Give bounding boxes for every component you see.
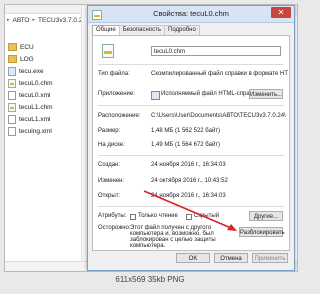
disk-size-value: 1,49 МБ (1 564 672 байт) [151, 142, 221, 148]
dialog-tabs: Общие Безопасность Подробно [92, 25, 200, 36]
location-value: C:\Users\User\Documents\АВТО\TECU3v3.7.0… [151, 113, 286, 119]
created-value: 24 ноября 2016 г., 16:34:03 [151, 162, 226, 168]
properties-dialog: Свойства: tecuL0.chm ✕ Общие Безопасност… [87, 5, 295, 271]
warning-text: Этот файл получен с другого компьютера и… [130, 225, 216, 249]
disk-size-label: На диске: [98, 142, 125, 148]
warning-line: компьютера. [130, 243, 166, 249]
file-item-log[interactable]: LOG [8, 53, 78, 65]
created-label: Создан: [98, 162, 121, 168]
tab-details[interactable]: Подробно [164, 25, 200, 35]
file-item-tecul0-chm[interactable]: tecuL0.chm [8, 77, 78, 89]
file-item-tecul1ng-xml[interactable]: teculng.xml [8, 125, 78, 137]
file-item-tecul0-xml[interactable]: tecuL0.xml [8, 89, 78, 101]
type-label: Тип файла: [98, 71, 130, 77]
file-item-ecu[interactable]: ECU [8, 41, 78, 53]
other-attributes-button[interactable]: Другие... [249, 211, 283, 221]
chm-icon [8, 78, 16, 88]
file-item-label: LOG [20, 55, 34, 63]
readonly-label: Только чтение [138, 213, 178, 219]
location-label: Расположение: [98, 113, 141, 119]
xml-icon [8, 90, 16, 100]
readonly-checkbox[interactable] [130, 214, 136, 220]
opened-label: Открыт: [98, 193, 121, 199]
unblock-button[interactable]: Разблокировать [239, 227, 285, 237]
image-caption: 611x569 35kb PNG [115, 275, 185, 284]
chm-icon [8, 102, 16, 112]
screenshot-frame: ▸ АВТО ▸ TECU3v3.7.0.24 ECU LOG tecu.exe… [4, 4, 298, 272]
dialog-title: Свойства: tecuL0.chm [153, 9, 229, 18]
divider [98, 105, 284, 106]
general-tab-panel: tecuL0.chm Тип файла: Скомпилированный ф… [92, 35, 290, 251]
divider [98, 155, 284, 156]
file-item-label: tecuL1.chm [19, 103, 53, 111]
breadcrumb-item-avto[interactable]: АВТО [13, 17, 30, 24]
ok-button[interactable]: OK [176, 253, 210, 263]
folder-icon [8, 55, 17, 63]
hidden-checkbox[interactable] [186, 214, 192, 220]
warning-label: Осторожно: [98, 225, 131, 231]
file-item-tecul1-xml[interactable]: tecuL1.xml [8, 113, 78, 125]
modified-value: 24 октября 2016 г., 10:43:52 [151, 178, 228, 184]
file-item-tecul1-chm[interactable]: tecuL1.chm [8, 101, 78, 113]
divider [98, 206, 284, 207]
app-value: Исполняемый файл HTML-справ [161, 91, 253, 97]
file-item-label: tecuL1.xml [19, 115, 51, 123]
breadcrumb[interactable]: ▸ АВТО ▸ TECU3v3.7.0.24 [7, 15, 86, 25]
chevron-right-icon: ▸ [7, 17, 10, 23]
divider [98, 64, 284, 65]
folder-icon [8, 43, 17, 51]
filename-field[interactable]: tecuL0.chm [151, 46, 281, 56]
file-item-label: ECU [20, 43, 34, 51]
chevron-right-icon: ▸ [32, 17, 36, 23]
xml-icon [8, 126, 16, 136]
dialog-titlebar[interactable]: Свойства: tecuL0.chm ✕ [88, 6, 294, 23]
xml-icon [8, 114, 16, 124]
modified-label: Изменен: [98, 178, 125, 184]
size-label: Размер: [98, 128, 121, 134]
hidden-label: Скрытый [194, 213, 220, 219]
tab-security[interactable]: Безопасность [118, 25, 166, 35]
cancel-button[interactable]: Отмена [214, 253, 248, 263]
file-item-tecu-exe[interactable]: tecu.exe [8, 65, 78, 77]
file-list: ECU LOG tecu.exe tecuL0.chm tecuL0.xml t… [8, 41, 78, 137]
app-label: Приложение: [98, 91, 135, 97]
file-item-label: tecuL0.xml [19, 91, 51, 99]
close-button[interactable]: ✕ [271, 7, 291, 18]
breadcrumb-item-tecu[interactable]: TECU3v3.7.0.24 [38, 17, 86, 24]
help-app-icon [151, 91, 160, 100]
exe-icon [8, 66, 16, 76]
size-value: 1,48 МБ (1 562 522 байт) [151, 128, 221, 134]
file-item-label: tecu.exe [19, 67, 44, 75]
opened-value: 24 ноября 2016 г., 16:34:03 [151, 193, 226, 199]
chm-file-icon [102, 44, 114, 58]
change-button[interactable]: Изменить... [249, 89, 283, 99]
apply-button[interactable]: Применить [252, 253, 288, 263]
attributes-label: Атрибуты: [98, 213, 127, 219]
file-item-label: teculng.xml [19, 127, 52, 135]
file-item-label: tecuL0.chm [19, 79, 53, 87]
type-value: Скомпилированный файл справки в формате … [151, 71, 289, 77]
